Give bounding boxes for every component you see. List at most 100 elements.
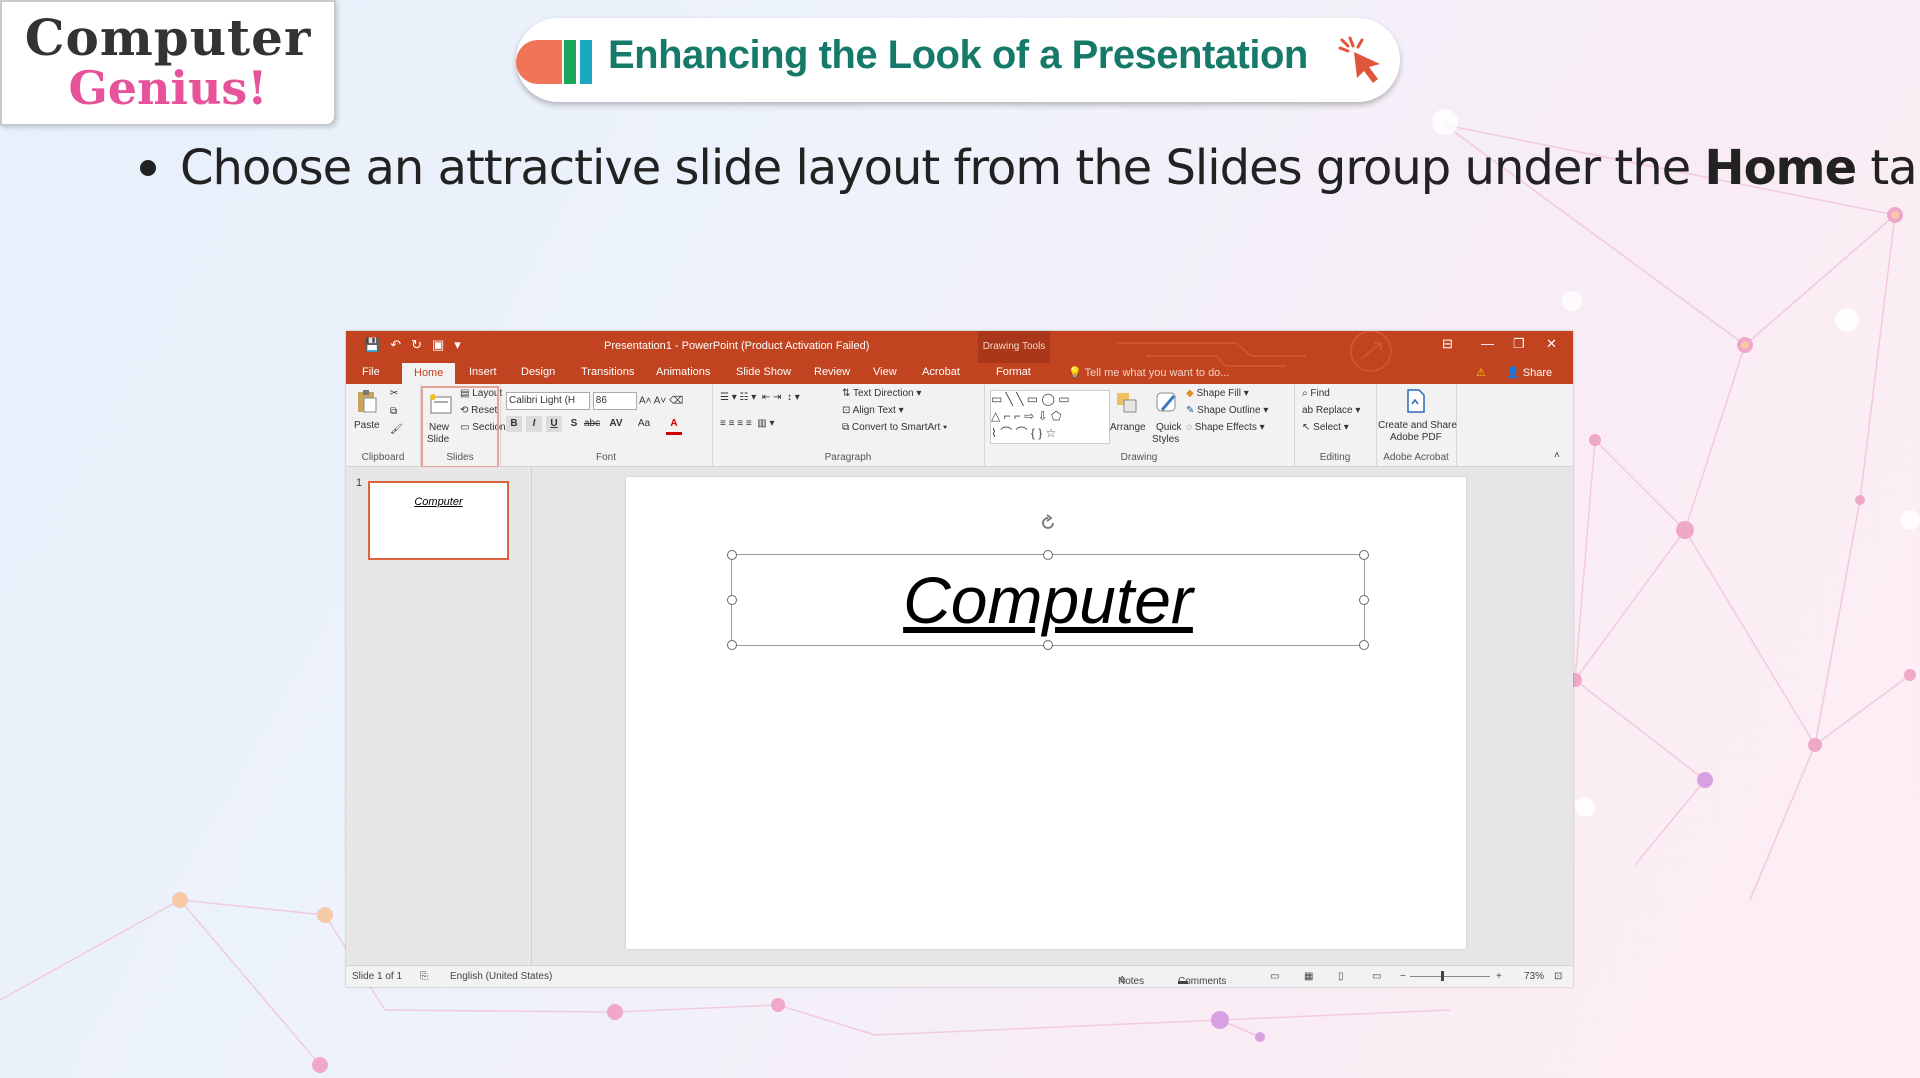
resize-handle[interactable] [1043, 550, 1053, 560]
zoom-in-icon[interactable]: + [1496, 971, 1502, 982]
strikethrough-button[interactable]: abc [584, 416, 600, 432]
paste-label[interactable]: Paste [354, 420, 380, 431]
tab-design[interactable]: Design [521, 366, 555, 378]
paste-icon[interactable] [354, 388, 380, 414]
replace-button[interactable]: ab Replace ▾ [1302, 405, 1360, 416]
shadow-button[interactable]: S [566, 416, 582, 432]
format-painter-icon[interactable]: 🖌 [390, 424, 403, 435]
ribbon-display-options-icon[interactable]: ⊟ [1442, 336, 1453, 352]
notes-label: Notes [1118, 976, 1145, 987]
title-textbox[interactable]: Computer [727, 550, 1369, 650]
clipboard-group-label: Clipboard [361, 452, 405, 463]
zoom-slider-thumb[interactable] [1441, 971, 1444, 981]
tab-view[interactable]: View [873, 366, 897, 378]
tab-review[interactable]: Review [814, 366, 850, 378]
zoom-slider[interactable] [1410, 976, 1490, 977]
tab-insert[interactable]: Insert [469, 366, 497, 378]
character-spacing-button[interactable]: AV [608, 416, 624, 432]
slide-canvas[interactable]: Computer [626, 477, 1466, 949]
arrange-label[interactable]: Arrange [1110, 422, 1146, 433]
fit-to-window-icon[interactable]: ⊡ [1554, 971, 1562, 982]
start-slideshow-icon[interactable]: ▣ [432, 337, 444, 353]
clear-format-icon[interactable]: ⌫ [669, 396, 683, 407]
create-pdf-icon[interactable] [1402, 388, 1428, 414]
alignment-buttons[interactable]: ≡ ≡ ≡ ≡ ▥ ▾ [720, 418, 774, 429]
close-icon[interactable]: ✕ [1546, 336, 1557, 352]
redo-icon[interactable]: ↻ [411, 337, 422, 353]
bold-button[interactable]: B [506, 416, 522, 432]
resize-handle[interactable] [1359, 640, 1369, 650]
rotate-handle-icon[interactable] [1038, 513, 1058, 533]
increase-font-icon[interactable]: A˄ [639, 396, 652, 407]
shape-outline-label: Shape Outline [1197, 405, 1261, 416]
normal-view-icon[interactable]: ▭ [1270, 971, 1279, 982]
drawing-group: ▭ ╲ ╲ ▭ ◯ ▭ △ ⌐ ⌐ ⇨ ⇩ ⬠ ⌇ ⌒ ⌒ { } ☆ Arrang… [984, 384, 1295, 466]
resize-handle[interactable] [727, 640, 737, 650]
create-share-label-2[interactable]: Adobe PDF [1390, 432, 1442, 443]
restore-icon[interactable]: ❐ [1513, 336, 1525, 352]
language-label[interactable]: English (United States) [450, 971, 552, 982]
save-icon[interactable]: 💾 [364, 337, 380, 353]
list-buttons[interactable]: ☰ ▾ ☷ ▾ ⇤ ⇥ ↕ ▾ [720, 392, 800, 403]
create-share-label-1[interactable]: Create and Share [1378, 420, 1457, 431]
spellcheck-icon[interactable]: ⎘ [420, 971, 428, 982]
tab-acrobat[interactable]: Acrobat [922, 366, 960, 378]
underline-button[interactable]: U [546, 416, 562, 432]
align-text-button[interactable]: ⊡ Align Text ▾ [842, 405, 904, 416]
tab-slide-show[interactable]: Slide Show [736, 366, 791, 378]
warning-icon[interactable]: ⚠ [1476, 366, 1486, 379]
tab-format[interactable]: Format [996, 366, 1031, 378]
tab-home[interactable]: Home [402, 363, 456, 384]
resize-handle[interactable] [727, 550, 737, 560]
resize-handle[interactable] [727, 595, 737, 605]
slide-title-text[interactable]: Computer [732, 555, 1364, 645]
customize-qat-icon[interactable]: ▾ [454, 337, 461, 353]
share-label: Share [1522, 367, 1553, 379]
shape-outline-button[interactable]: ✎ Shape Outline ▾ [1186, 405, 1268, 416]
font-color-button[interactable]: A [666, 416, 682, 435]
resize-handle[interactable] [1043, 640, 1053, 650]
bullet-instruction: Choose an attractive slide layout from t… [140, 140, 1920, 196]
tab-animations[interactable]: Animations [656, 366, 710, 378]
decrease-font-icon[interactable]: A˅ [654, 396, 667, 407]
slide-sorter-icon[interactable]: ▦ [1304, 971, 1313, 982]
zoom-out-icon[interactable]: − [1400, 971, 1406, 982]
slide-thumbnail[interactable]: Computer [368, 481, 509, 560]
drawing-tools-label: Drawing Tools [978, 331, 1050, 363]
thumb-number: 1 [356, 477, 363, 489]
undo-icon[interactable]: ↶ [390, 337, 401, 353]
resize-handle[interactable] [1359, 595, 1369, 605]
resize-handle[interactable] [1359, 550, 1369, 560]
quick-styles-icon[interactable] [1154, 390, 1180, 416]
logo-line-2: Genius! [68, 61, 268, 115]
reading-view-icon[interactable]: ▯ [1338, 971, 1344, 982]
shape-effects-label: Shape Effects [1194, 422, 1257, 433]
slideshow-view-icon[interactable]: ▭ [1372, 971, 1381, 982]
lightbulb-icon: 💡 [1068, 367, 1082, 379]
shape-effects-button[interactable]: ◌ Shape Effects ▾ [1186, 422, 1265, 433]
cut-icon[interactable]: ✂ [390, 388, 398, 399]
text-direction-button[interactable]: ⇅ Text Direction ▾ [842, 388, 921, 399]
share-button[interactable]: 👤 Share [1506, 366, 1552, 379]
zoom-level[interactable]: 73% [1524, 971, 1544, 982]
arrange-icon[interactable] [1114, 390, 1140, 416]
tell-me-search[interactable]: 💡 Tell me what you want to do... [1068, 366, 1229, 379]
banner-teal-bar [580, 40, 592, 84]
select-button[interactable]: ↖ Select ▾ [1302, 422, 1349, 433]
tab-transitions[interactable]: Transitions [581, 366, 634, 378]
shape-fill-button[interactable]: ◆ Shape Fill ▾ [1186, 388, 1249, 399]
tab-file[interactable]: File [362, 366, 380, 378]
italic-button[interactable]: I [526, 416, 542, 432]
find-button[interactable]: ⌕ Find [1302, 388, 1330, 399]
smartart-icon: ⧉ [842, 422, 850, 433]
shapes-gallery[interactable]: ▭ ╲ ╲ ▭ ◯ ▭ △ ⌐ ⌐ ⇨ ⇩ ⬠ ⌇ ⌒ ⌒ { } ☆ [990, 390, 1110, 444]
font-name-box[interactable]: Calibri Light (H [506, 392, 590, 410]
minimize-icon[interactable]: — [1481, 336, 1494, 351]
quick-styles-label-2[interactable]: Styles [1152, 434, 1179, 445]
change-case-button[interactable]: Aa [636, 416, 652, 432]
copy-icon[interactable]: ⧉ [390, 406, 397, 417]
font-size-box[interactable]: 86 [592, 392, 637, 410]
quick-styles-label-1[interactable]: Quick [1156, 422, 1182, 433]
collapse-ribbon-icon[interactable]: ˄ [1554, 450, 1560, 461]
convert-smartart-button[interactable]: ⧉ Convert to SmartArt ▾ [842, 422, 947, 433]
